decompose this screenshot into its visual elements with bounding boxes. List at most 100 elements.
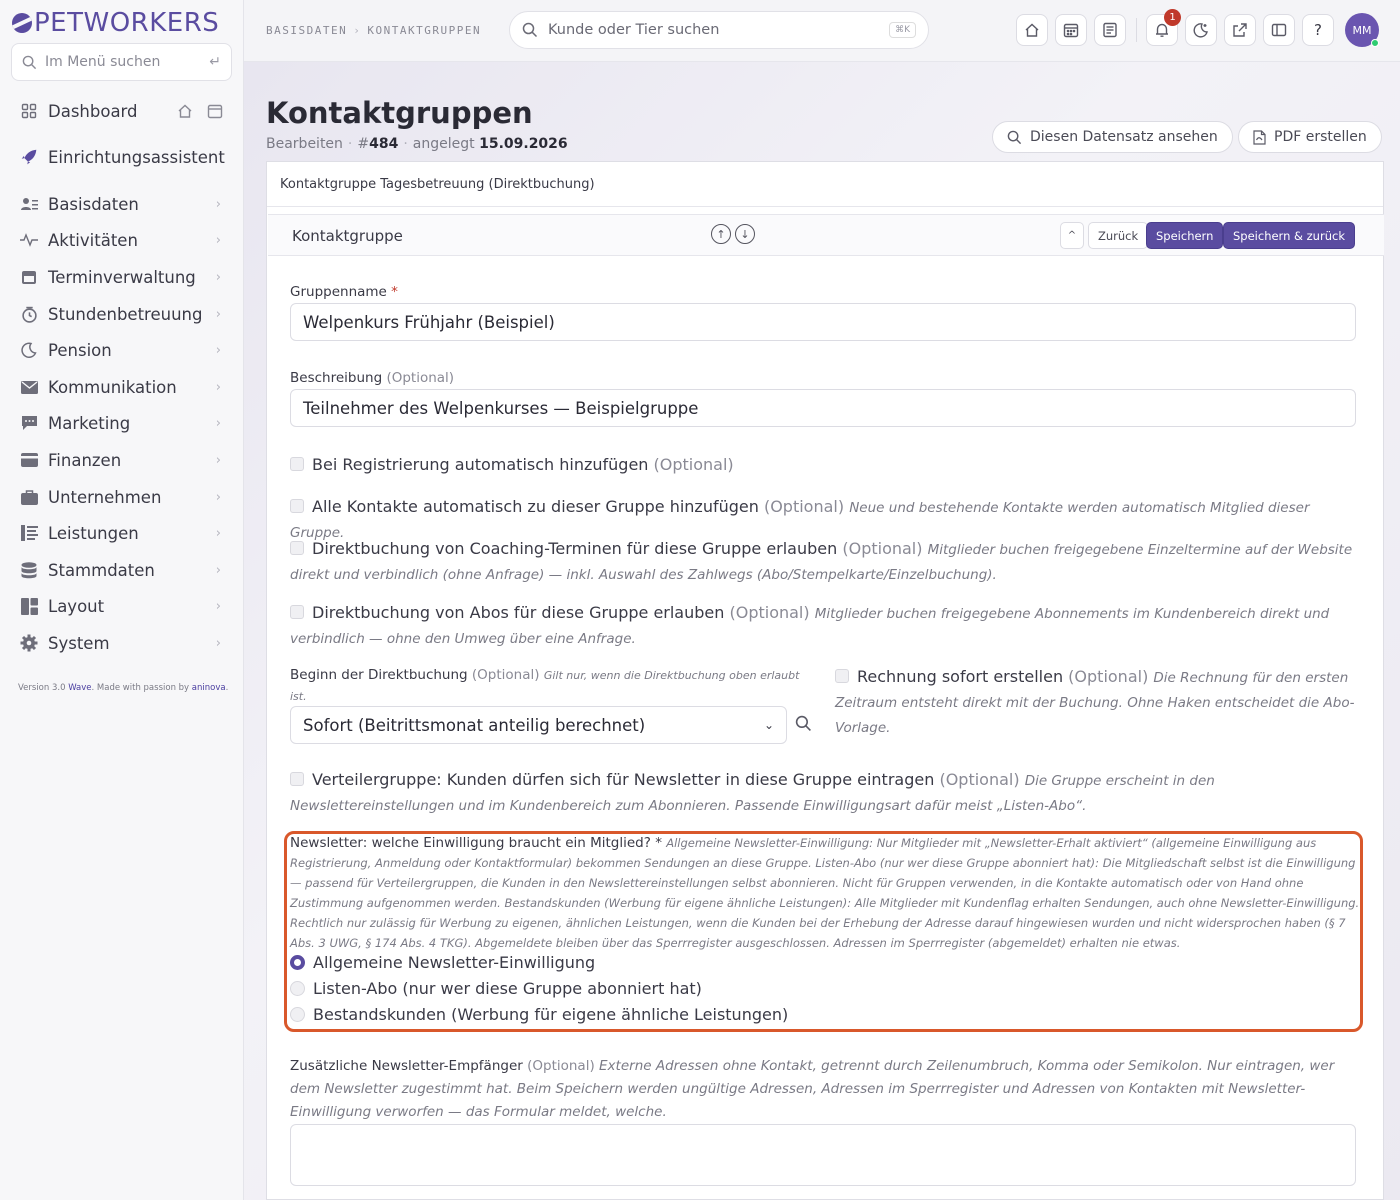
sidebar-item-terminverwaltung[interactable]: Terminverwaltung ›: [0, 260, 243, 294]
extra-recipients-label: Zusätzliche Newsletter-Empfänger (Option…: [290, 1055, 1360, 1124]
record-meta: Bearbeiten · #484 · angelegt 15.09.2026: [266, 136, 568, 152]
sidebar-item-stundenbetreuung[interactable]: Stundenbetreuung ›: [0, 297, 243, 331]
back-label: Zurück: [1098, 228, 1139, 243]
calendar-icon[interactable]: [207, 103, 223, 119]
save-and-back-button[interactable]: Speichern & zurück: [1223, 222, 1355, 249]
card-icon: [20, 451, 38, 469]
booking-start-value: Sofort (Beitrittsmonat anteilig berechne…: [303, 715, 646, 735]
brand-logo[interactable]: PETWORKERS: [12, 8, 219, 38]
sidebar-item-pension[interactable]: Pension ›: [0, 333, 243, 367]
newsletter-consent-hint: Allgemeine Newsletter-Einwilligung: Nur …: [290, 836, 1360, 950]
sidebar-item-system[interactable]: System ›: [0, 626, 243, 660]
sidebar-item-label: Unternehmen: [48, 487, 162, 507]
coaching-direct-booking-checkbox[interactable]: [290, 541, 304, 555]
create-pdf-button[interactable]: PDF erstellen: [1238, 121, 1382, 153]
coaching-direct-booking-option: Direktbuchung von Coaching-Terminen für …: [290, 537, 1360, 587]
global-search-input[interactable]: Kunde oder Tier suchen ⌘K: [509, 11, 929, 49]
clock-icon: [20, 305, 38, 323]
consent-option-general[interactable]: Allgemeine Newsletter-Einwilligung: [290, 953, 595, 972]
moon-icon: [1193, 23, 1208, 38]
company-link[interactable]: aninova: [192, 683, 226, 693]
optional-tag: (Optional): [763, 497, 845, 516]
distribution-group-checkbox[interactable]: [290, 772, 304, 786]
sidebar-item-leistungen[interactable]: Leistungen ›: [0, 516, 243, 550]
group-name-input[interactable]: Welpenkurs Frühjahr (Beispiel): [290, 303, 1356, 341]
sidebar-item-marketing[interactable]: Marketing ›: [0, 406, 243, 440]
create-pdf-label: PDF erstellen: [1274, 129, 1367, 145]
chevron-right-icon: ›: [215, 489, 221, 505]
extra-recipients-textarea[interactable]: [290, 1124, 1356, 1186]
add-all-contacts-checkbox[interactable]: [290, 499, 304, 513]
night-mode-button[interactable]: [1185, 14, 1217, 46]
sidebar-item-kommunikation[interactable]: Kommunikation ›: [0, 370, 243, 404]
invoice-immediately-checkbox[interactable]: [835, 669, 849, 683]
sidebar-item-label: Stammdaten: [48, 560, 155, 580]
menu-search-input[interactable]: Im Menü suchen ↵: [11, 43, 232, 81]
home-icon[interactable]: [177, 103, 193, 119]
sidebar-item-stammdaten[interactable]: Stammdaten ›: [0, 553, 243, 587]
sidebar: PETWORKERS Im Menü suchen ↵ Dashboard Ei…: [0, 0, 244, 1200]
version-period: .: [225, 683, 229, 693]
arrow-up-icon[interactable]: ↑: [711, 224, 731, 244]
help-button[interactable]: ?: [1302, 14, 1334, 46]
sidebar-item-aktivitaeten[interactable]: Aktivitäten ›: [0, 223, 243, 257]
sidebar-item-dashboard[interactable]: Dashboard: [0, 94, 243, 128]
arrow-down-icon[interactable]: ↓: [735, 224, 755, 244]
consent-option-list-subscription[interactable]: Listen-Abo (nur wer diese Gruppe abonnie…: [290, 979, 702, 998]
auto-add-registration-checkbox[interactable]: [290, 457, 304, 471]
abo-direct-booking-checkbox[interactable]: [290, 605, 304, 619]
sidebar-item-setup-assistant[interactable]: Einrichtungsassistent: [0, 140, 243, 174]
external-link-button[interactable]: [1224, 14, 1256, 46]
breadcrumb-kontaktgruppen[interactable]: KONTAKTGRUPPEN: [367, 24, 481, 37]
notifications-button[interactable]: 1: [1146, 9, 1181, 46]
sidebar-item-label: Pension: [48, 340, 112, 360]
version-info: Version 3.0 Wave. Made with passion by a…: [18, 683, 228, 693]
sidebar-item-unternehmen[interactable]: Unternehmen ›: [0, 480, 243, 514]
version-wave: Wave: [68, 683, 92, 693]
page-title: Kontaktgruppen: [266, 96, 533, 130]
chevron-right-icon: ›: [215, 525, 221, 541]
sidebar-item-label: System: [48, 633, 110, 653]
checkbox-label: Verteilergruppe: Kunden dürfen sich für …: [312, 770, 935, 789]
booking-start-label: Beginn der Direktbuchung (Optional) Gilt…: [290, 665, 800, 707]
radio-unselected[interactable]: [290, 1007, 305, 1022]
record-id-prefix: #: [357, 136, 370, 152]
section-title: Kontaktgruppe: [292, 227, 403, 245]
user-avatar[interactable]: MM: [1345, 13, 1379, 47]
description-input[interactable]: Teilnehmer des Welpenkurses — Beispielgr…: [290, 389, 1356, 427]
invoice-immediately-option: Rechnung sofort erstellen (Optional) Die…: [835, 665, 1360, 740]
topbar: BASISDATEN › KONTAKTGRUPPEN Kunde oder Tie…: [244, 0, 1400, 62]
sidebar-item-layout[interactable]: Layout ›: [0, 589, 243, 623]
sidebar-item-label: Basisdaten: [48, 194, 139, 214]
radio-unselected[interactable]: [290, 981, 305, 996]
chevron-right-icon: ›: [215, 598, 221, 614]
chevron-down-icon: ⌄: [763, 718, 774, 732]
search-icon[interactable]: [795, 715, 812, 732]
description-label: Beschreibung (Optional): [290, 370, 454, 386]
calendar-button[interactable]: [1055, 14, 1087, 46]
optional-tag: (Optional): [471, 667, 540, 683]
breadcrumb-basisdaten[interactable]: BASISDATEN: [266, 24, 347, 37]
home-button[interactable]: [1016, 14, 1048, 46]
menu-search-placeholder: Im Menü suchen: [45, 54, 161, 70]
toggle-sidebar-button[interactable]: [1263, 14, 1295, 46]
required-mark: *: [391, 284, 398, 300]
consent-option-existing-customers[interactable]: Bestandskunden (Werbung für eigene ähnli…: [290, 1005, 788, 1024]
search-icon: [1007, 130, 1022, 144]
list-icon: [20, 524, 38, 542]
notes-button[interactable]: [1094, 14, 1126, 46]
sidebar-item-finanzen[interactable]: Finanzen ›: [0, 443, 243, 477]
chevron-right-icon: ›: [215, 306, 221, 322]
save-button[interactable]: Speichern: [1146, 222, 1224, 249]
meta-separator: ·: [347, 136, 353, 152]
back-button[interactable]: Zurück: [1088, 222, 1149, 249]
view-record-button[interactable]: Diesen Datensatz ansehen: [992, 121, 1233, 153]
toolbar-divider: [1136, 18, 1137, 42]
section-header: Kontaktgruppe ↑ ↓ ^ Zurück Speichern Spe…: [268, 214, 1384, 256]
scroll-top-button[interactable]: ^: [1060, 222, 1084, 249]
radio-label: Listen-Abo (nur wer diese Gruppe abonnie…: [313, 979, 702, 998]
sidebar-item-basisdaten[interactable]: Basisdaten ›: [0, 187, 243, 221]
sidebar-item-label: Terminverwaltung: [48, 267, 196, 287]
radio-selected[interactable]: [290, 955, 305, 970]
booking-start-select[interactable]: Sofort (Beitrittsmonat anteilig berechne…: [290, 706, 787, 744]
